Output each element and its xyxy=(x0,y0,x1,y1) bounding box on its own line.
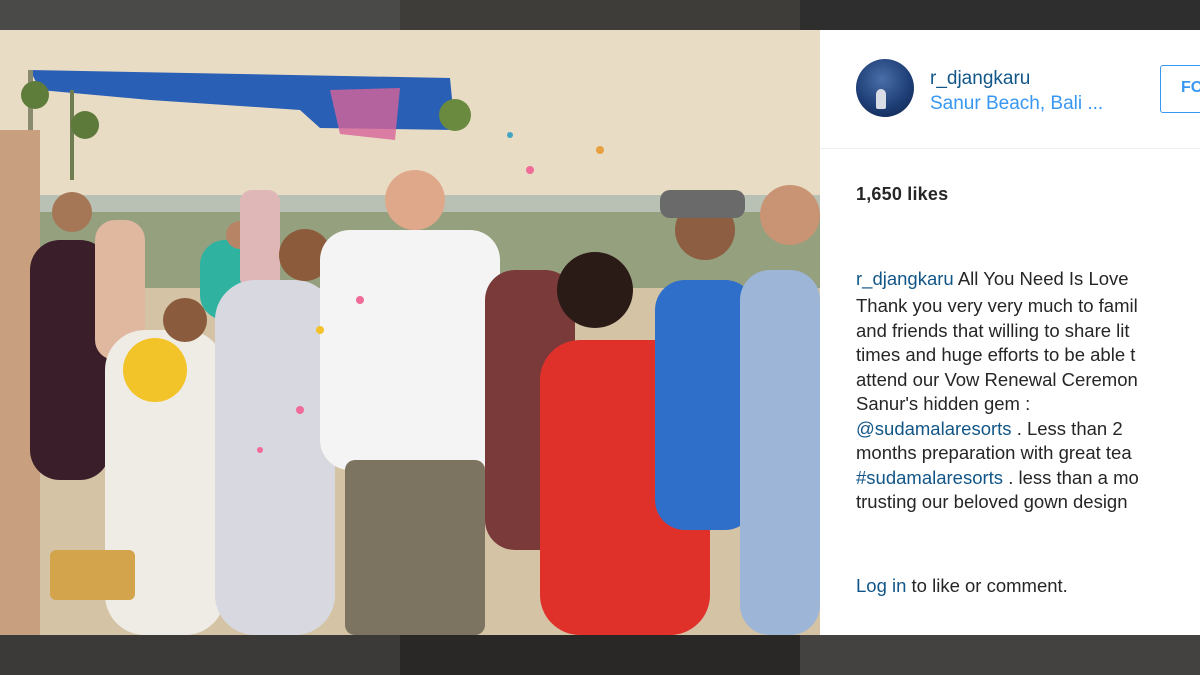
comment-line: trusting our beloved gown design xyxy=(856,491,1128,512)
hashtag-after-text: . less than a mo xyxy=(1008,466,1139,488)
comment-line-mention: @sudamalaresorts . Less than 2 xyxy=(856,417,1200,442)
instagram-post-modal: r_djangkaru Sanur Beach, Bali ... FO 1,6… xyxy=(0,0,1200,675)
caption: r_djangkaru All You Need Is Love xyxy=(856,268,1200,290)
caption-username-link[interactable]: r_djangkaru xyxy=(856,268,954,289)
comment-line: and friends that willing to share lit xyxy=(856,319,1130,341)
comment-line-hashtag: #sudamalaresorts . less than a mo xyxy=(856,466,1200,491)
comment-line: attend our Vow Renewal Ceremon xyxy=(856,368,1138,390)
feed-thumbnail xyxy=(400,635,800,675)
login-prompt: Log in to like or comment. xyxy=(856,575,1068,597)
avatar-figure-icon xyxy=(876,89,886,109)
feed-thumbnail xyxy=(800,0,1200,30)
hashtag-link[interactable]: #sudamalaresorts xyxy=(856,467,1003,488)
feed-thumbnail xyxy=(0,0,400,30)
mention-link[interactable]: @sudamalaresorts xyxy=(856,418,1012,439)
post-header: r_djangkaru Sanur Beach, Bali ... FO xyxy=(820,30,1200,149)
caption-text: All You Need Is Love xyxy=(957,268,1129,289)
login-rest-text: to like or comment. xyxy=(906,575,1068,596)
background-feed-bottom xyxy=(0,635,1200,675)
comment-line: Sanur's hidden gem : xyxy=(856,393,1031,414)
feed-thumbnail xyxy=(400,0,800,30)
comment-line: times and huge efforts to be able t xyxy=(856,344,1136,365)
likes-count[interactable]: 1,650 likes xyxy=(856,184,948,205)
comment-body: Thank you very very much to famil and fr… xyxy=(856,294,1200,515)
username-link[interactable]: r_djangkaru xyxy=(930,68,1030,90)
post-photo[interactable] xyxy=(0,30,820,635)
wedding-photo-illustration xyxy=(0,30,820,635)
comment-line: Thank you very very much to famil xyxy=(856,295,1138,316)
post-sidebar: r_djangkaru Sanur Beach, Bali ... FO 1,6… xyxy=(820,30,1200,635)
follow-button[interactable]: FO xyxy=(1160,65,1200,113)
avatar[interactable] xyxy=(856,59,914,117)
comment-line: months preparation with great tea xyxy=(856,442,1132,463)
mention-after-text: . Less than 2 xyxy=(1016,417,1123,439)
location-link[interactable]: Sanur Beach, Bali ... xyxy=(930,93,1103,115)
feed-thumbnail xyxy=(0,635,400,675)
background-feed-top xyxy=(0,0,1200,30)
login-link[interactable]: Log in xyxy=(856,575,906,596)
feed-thumbnail xyxy=(800,635,1200,675)
